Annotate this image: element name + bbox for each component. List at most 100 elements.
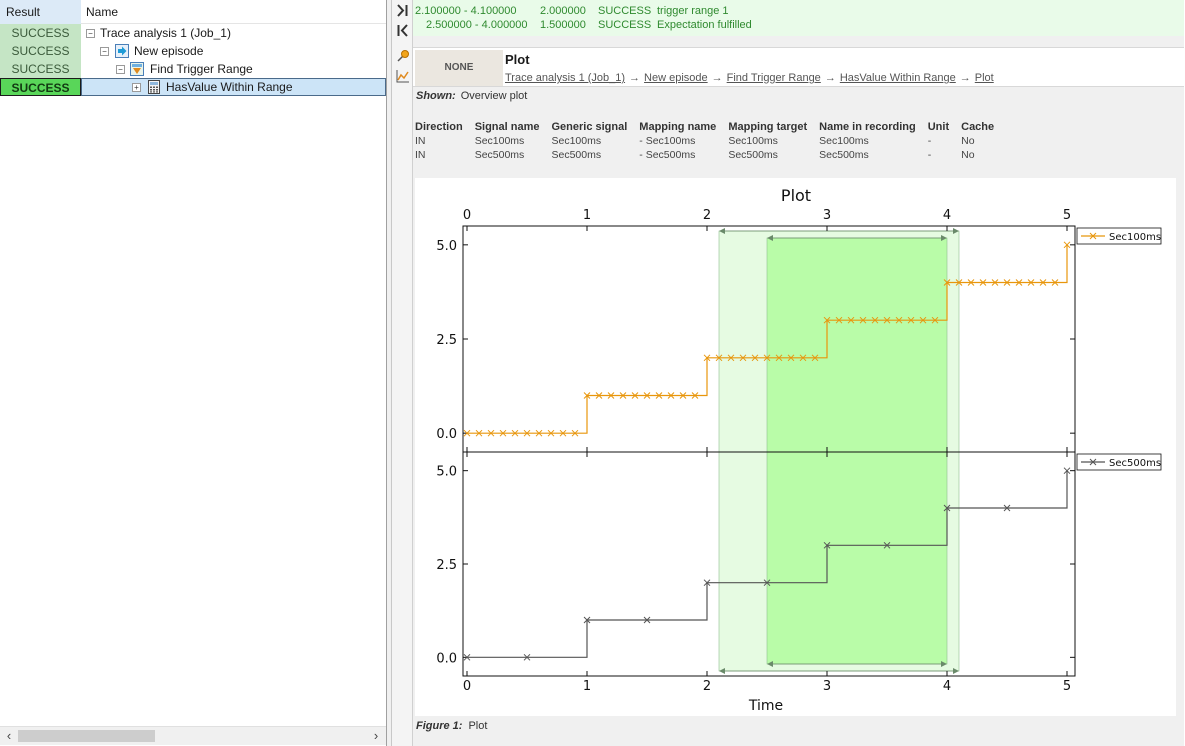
x-tick-label-top: 4: [943, 208, 951, 223]
tree-item-label: Find Trigger Range: [150, 62, 253, 76]
column-header: Direction: [415, 120, 463, 133]
result-range: 2.500000 - 4.000000: [426, 19, 528, 31]
table-cell: Sec500ms: [551, 149, 602, 161]
scroll-right-icon[interactable]: ›: [369, 729, 383, 743]
x-tick-label-top: 5: [1063, 208, 1071, 223]
result-status: SUCCESS: [598, 5, 652, 17]
table-cell: -: [927, 135, 932, 147]
calculator-icon: [148, 80, 160, 94]
signal-mapping-table: Direction Signal name Generic signal Map…: [415, 120, 1006, 162]
trigger-range-band: [766, 237, 948, 665]
result-cell: SUCCESS: [0, 60, 81, 78]
tree-row-trace-analysis[interactable]: SUCCESS − Trace analysis 1 (Job_1): [0, 24, 386, 42]
figure-caption: Figure 1: Plot: [416, 720, 487, 732]
result-cell: SUCCESS: [0, 42, 81, 60]
shown-label: Shown:: [416, 90, 456, 102]
chart-icon: [396, 69, 409, 82]
tree-header: Result Name: [0, 0, 386, 24]
breadcrumb-separator: →: [711, 72, 723, 84]
x-tick-label: 3: [823, 679, 831, 694]
result-column-header[interactable]: Result: [0, 0, 81, 24]
column-header: Signal name: [474, 120, 540, 133]
column-header: Mapping name: [639, 120, 717, 133]
collapse-toggle[interactable]: −: [100, 47, 109, 56]
breadcrumb-separator: →: [959, 72, 971, 84]
result-cell: SUCCESS: [0, 24, 81, 42]
tree-row-hasvalue-within-range[interactable]: SUCCESS + HasValue Within Range: [0, 78, 386, 96]
status-badge: NONE: [415, 50, 503, 86]
breadcrumb-link[interactable]: Plot: [975, 72, 994, 84]
column-header: Name in recording: [819, 120, 916, 133]
expand-toggle[interactable]: +: [132, 83, 141, 92]
plot-container: Plot Time 0.0 2.5 5.0 Sec100ms 0.0 2.5 5.0 Sec5…: [415, 178, 1176, 716]
table-cell: - Sec100ms: [639, 135, 696, 147]
legend-label: Sec100ms: [1109, 232, 1161, 243]
result-text: Expectation fulfilled: [657, 19, 752, 31]
breadcrumb-link[interactable]: Trace analysis 1 (Job_1): [505, 72, 625, 84]
plot-view-button[interactable]: [394, 67, 411, 84]
table-cell: Sec100ms: [551, 135, 602, 147]
table-cell: Sec100ms: [728, 135, 778, 147]
y-tick-label: 5.0: [436, 465, 457, 480]
tree-row-find-trigger-range[interactable]: SUCCESS − Find Trigger Range: [0, 60, 386, 78]
legend: Sec100ms: [1076, 227, 1162, 245]
pin-button[interactable]: [394, 47, 411, 64]
table-row: IN Sec100ms Sec100ms - Sec100ms Sec100ms…: [415, 134, 1006, 148]
breadcrumb: Trace analysis 1 (Job_1) → New episode → Fin…: [505, 72, 994, 84]
table-cell: Sec500ms: [819, 149, 869, 161]
trigger-icon: [130, 62, 144, 76]
column-header: Unit: [927, 120, 950, 133]
page-title: Plot: [505, 52, 530, 67]
result-range: 2.100000 - 4.100000: [415, 5, 517, 17]
detail-panel: 2.100000 - 4.100000 2.000000 SUCCESS tri…: [413, 0, 1184, 746]
table-header-row: Direction Signal name Generic signal Map…: [415, 120, 1006, 134]
tree-item-label: New episode: [134, 44, 204, 58]
table-cell: IN: [415, 135, 426, 147]
result-cell: SUCCESS: [0, 78, 81, 96]
x-tick-label-top: 1: [583, 208, 591, 223]
x-tick-label: 5: [1063, 679, 1071, 694]
table-cell: -: [927, 149, 932, 161]
name-column-header[interactable]: Name: [82, 0, 118, 24]
scrollbar-thumb[interactable]: [18, 730, 155, 742]
table-cell: Sec500ms: [474, 149, 525, 161]
collapse-panel-button[interactable]: [394, 22, 411, 39]
x-tick-label: 0: [463, 679, 471, 694]
y-tick-label: 0.0: [436, 651, 457, 666]
y-tick-label: 0.0: [436, 427, 457, 442]
column-header: Cache: [961, 120, 995, 133]
tree-item-label: HasValue Within Range: [166, 80, 293, 94]
result-line: 2.100000 - 4.100000 2.000000 SUCCESS tri…: [415, 4, 1175, 18]
figure-label: Figure 1:: [416, 720, 463, 732]
breadcrumb-link[interactable]: Find Trigger Range: [727, 72, 821, 84]
result-text: trigger range 1: [657, 5, 729, 17]
table-cell: Sec100ms: [474, 135, 525, 147]
x-tick-label: 4: [943, 679, 951, 694]
tree-row-new-episode[interactable]: SUCCESS − New episode: [0, 42, 386, 60]
pin-icon: [396, 49, 409, 62]
table-cell: No: [961, 149, 975, 161]
breadcrumb-link[interactable]: HasValue Within Range: [840, 72, 956, 84]
expand-panel-button[interactable]: [394, 2, 411, 19]
collapse-toggle[interactable]: −: [86, 29, 95, 38]
legend: Sec500ms: [1076, 453, 1162, 471]
x-tick-label-top: 2: [703, 208, 711, 223]
collapse-toggle[interactable]: −: [116, 65, 125, 74]
episode-icon: [115, 44, 129, 58]
table-cell: - Sec500ms: [639, 149, 696, 161]
table-cell: Sec500ms: [728, 149, 778, 161]
side-toolbar: [392, 0, 413, 746]
column-header: Mapping target: [728, 120, 808, 133]
result-status: SUCCESS: [598, 19, 652, 31]
detail-header: NONE Plot Trace analysis 1 (Job_1) → New e…: [413, 47, 1184, 87]
scroll-left-icon[interactable]: ‹: [2, 729, 16, 743]
plot-title: Plot: [781, 186, 811, 205]
breadcrumb-link[interactable]: New episode: [644, 72, 708, 84]
horizontal-scrollbar[interactable]: ‹ ›: [0, 726, 386, 745]
tree-panel: Result Name SUCCESS − Trace analysis 1 (…: [0, 0, 387, 746]
y-tick-label: 5.0: [436, 239, 457, 254]
table-cell: IN: [415, 149, 426, 161]
x-tick-label-top: 0: [463, 208, 471, 223]
table-cell: No: [961, 135, 975, 147]
table-row: IN Sec500ms Sec500ms - Sec500ms Sec500ms…: [415, 148, 1006, 162]
